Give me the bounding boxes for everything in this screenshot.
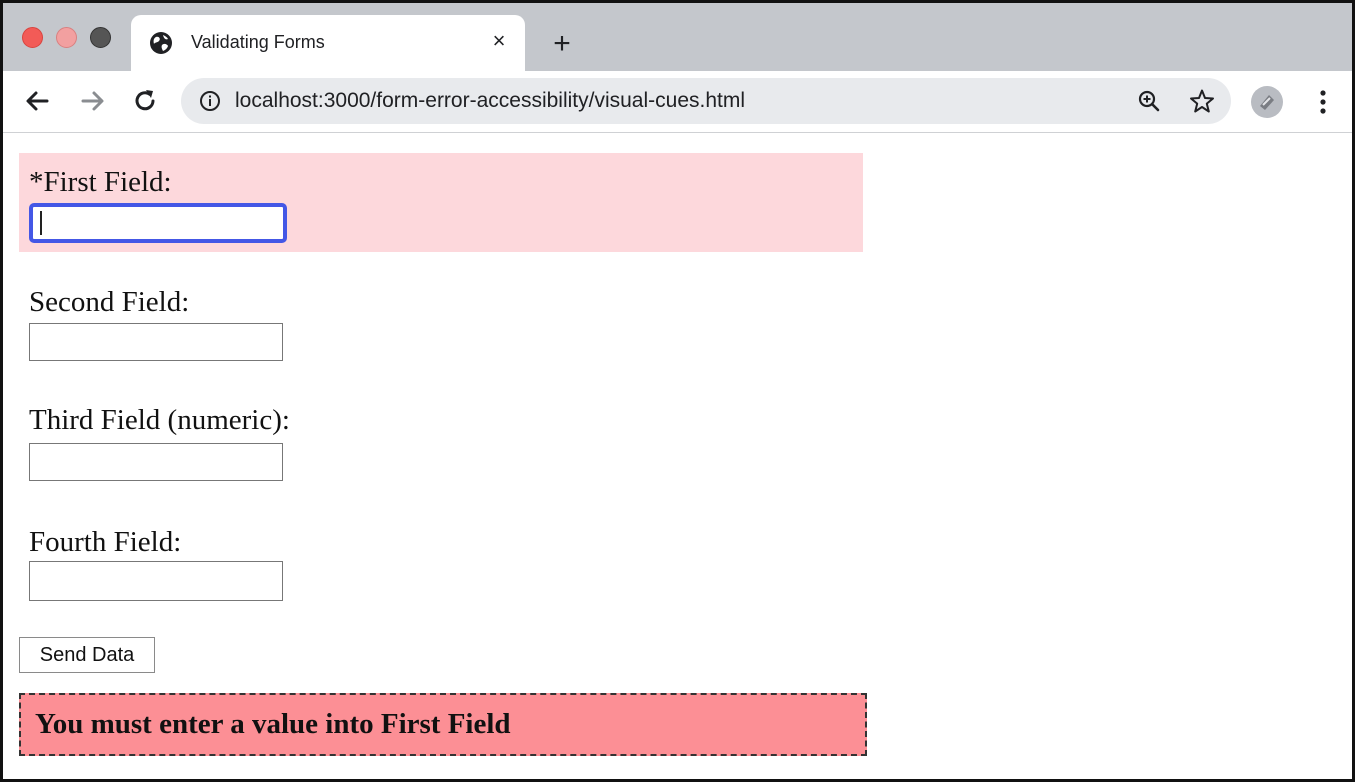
new-tab-button[interactable]: + xyxy=(547,29,577,59)
error-message: You must enter a value into First Field xyxy=(35,708,511,740)
tab-validating-forms[interactable]: Validating Forms × xyxy=(131,15,525,71)
tab-close-icon[interactable]: × xyxy=(487,29,511,53)
zoom-icon[interactable] xyxy=(1137,89,1161,113)
url-text[interactable]: localhost:3000/form-error-accessibility/… xyxy=(235,89,745,113)
fourth-field-input[interactable] xyxy=(29,561,283,601)
browser-window: Validating Forms × + localhost:3000/form… xyxy=(0,0,1355,782)
text-caret xyxy=(40,211,42,235)
first-field-label: *First Field: xyxy=(29,166,172,198)
tab-title: Validating Forms xyxy=(191,32,325,52)
fourth-field-label: Fourth Field: xyxy=(29,526,182,558)
star-icon[interactable] xyxy=(1189,88,1215,114)
profile-icon xyxy=(1260,95,1274,110)
address-bar[interactable]: localhost:3000/form-error-accessibility/… xyxy=(181,78,1231,124)
tab-strip: Validating Forms × + xyxy=(3,3,1352,71)
send-data-button[interactable]: Send Data xyxy=(19,637,155,673)
reload-icon[interactable] xyxy=(131,87,159,115)
second-field-label: Second Field: xyxy=(29,286,190,318)
more-vert-icon[interactable] xyxy=(1311,88,1335,116)
browser-toolbar: localhost:3000/form-error-accessibility/… xyxy=(3,71,1352,133)
info-icon[interactable] xyxy=(199,90,221,112)
error-summary: You must enter a value into First Field xyxy=(19,693,867,756)
forward-arrow-icon[interactable] xyxy=(79,87,107,115)
second-field-group: Second Field: xyxy=(19,283,863,363)
third-field-group: Third Field (numeric): xyxy=(19,401,863,483)
third-field-label: Third Field (numeric): xyxy=(29,404,290,436)
window-close-button[interactable] xyxy=(22,27,43,48)
second-field-input[interactable] xyxy=(29,323,283,361)
back-arrow-icon[interactable] xyxy=(23,87,51,115)
avatar[interactable] xyxy=(1251,86,1283,118)
page-content: *First Field: Second Field: Third Field … xyxy=(3,133,1352,779)
third-field-input[interactable] xyxy=(29,443,283,481)
window-minimize-button[interactable] xyxy=(56,27,77,48)
first-field-group: *First Field: xyxy=(19,153,863,252)
window-maximize-button[interactable] xyxy=(90,27,111,48)
fourth-field-group: Fourth Field: xyxy=(19,523,863,603)
globe-icon xyxy=(150,32,172,54)
first-field-input[interactable] xyxy=(29,203,287,243)
